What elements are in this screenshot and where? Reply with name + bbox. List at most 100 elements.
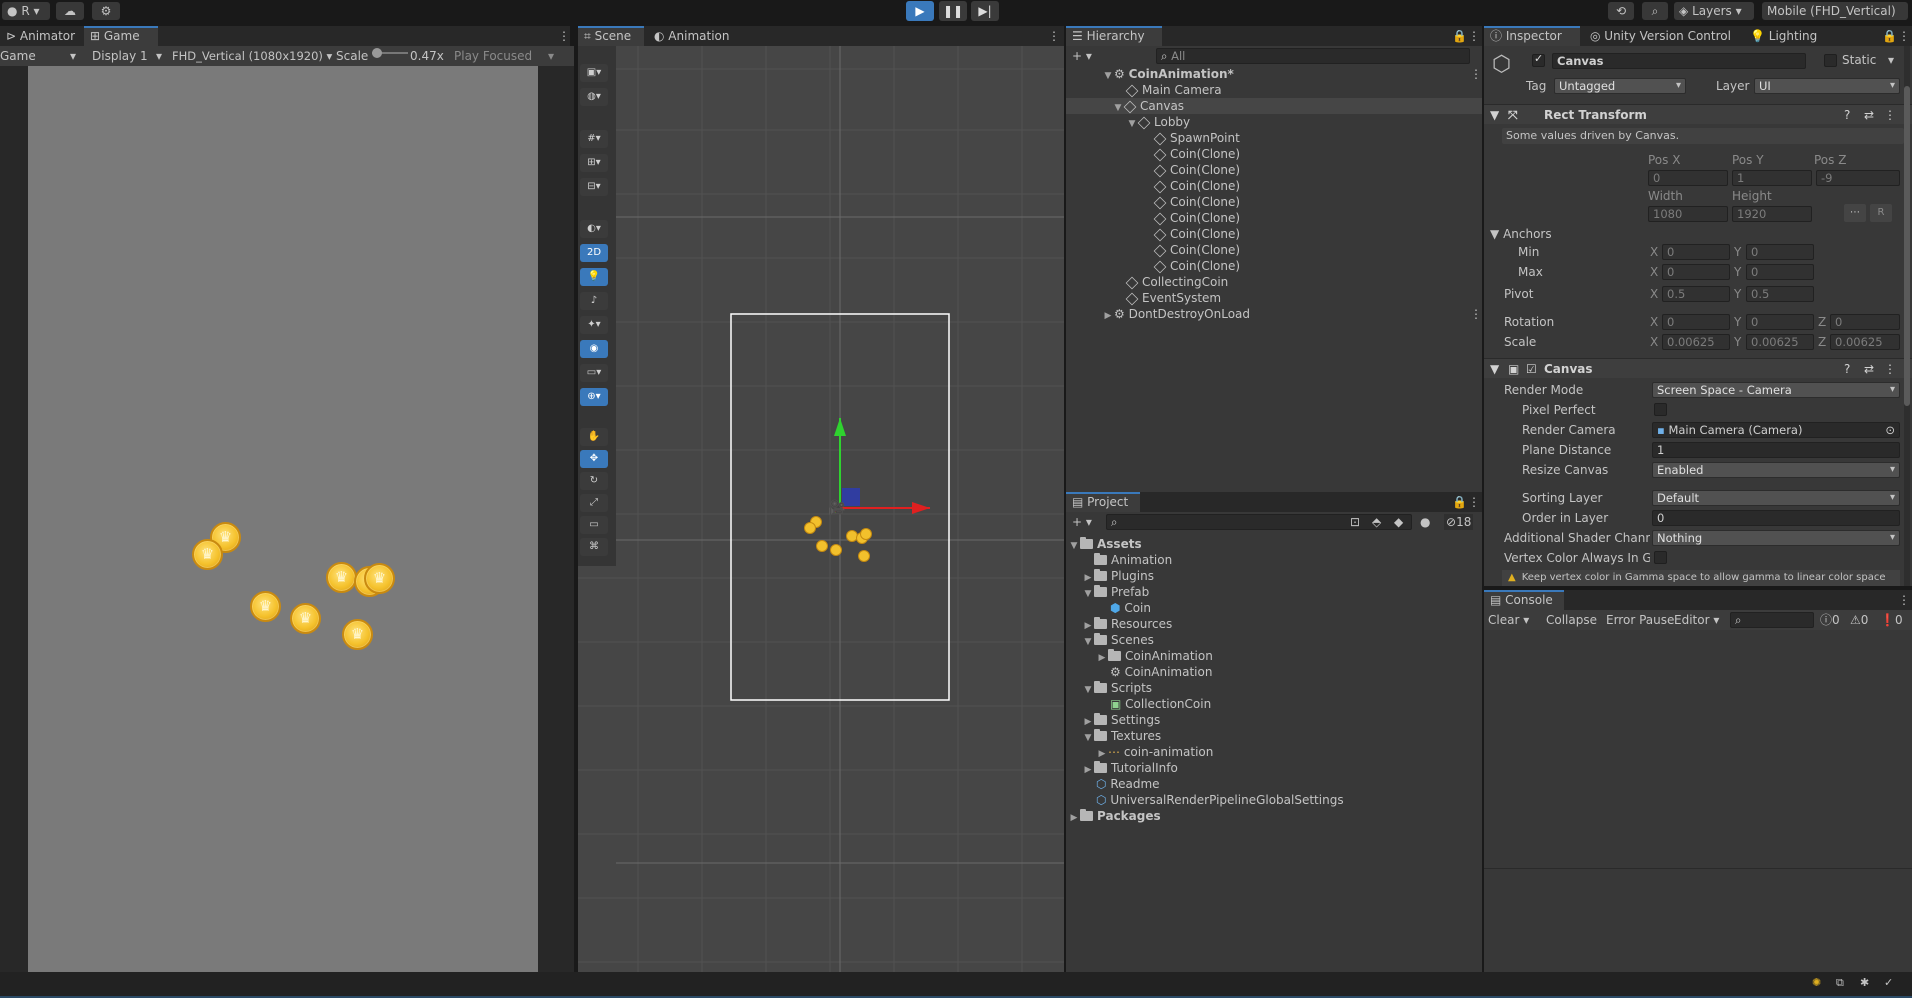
sorting-layer-dropdown[interactable]: Default	[1652, 490, 1900, 506]
project-item-assets[interactable]: ▼ Assets	[1068, 536, 1142, 552]
hierarchy-item-coin-clone[interactable]: Coin(Clone)	[1153, 194, 1240, 210]
hierarchy-item-coin-clone[interactable]: Coin(Clone)	[1153, 146, 1240, 162]
resize-canvas-dropdown[interactable]: Enabled	[1652, 462, 1900, 478]
rect-tool-icon[interactable]: ▭	[580, 516, 608, 534]
hierarchy-item-lobby[interactable]: ▼ Lobby	[1126, 114, 1191, 132]
clear-button[interactable]: Clear ▾	[1488, 612, 1529, 628]
globe-icon[interactable]: ◍▾	[580, 88, 608, 106]
kebab-icon[interactable]: ⋮	[1470, 66, 1482, 82]
shader-channels-dropdown[interactable]: Nothing	[1652, 530, 1900, 546]
scale-z-field[interactable]: 0.00625	[1830, 334, 1900, 350]
hierarchy-item-dontdestroyonload[interactable]: ▶ ⚙ DontDestroyOnLoad ⋮	[1102, 306, 1482, 322]
project-item-resources[interactable]: ▶ Resources	[1082, 616, 1172, 632]
hierarchy-item-canvas[interactable]: ▼ Canvas	[1066, 98, 1482, 114]
active-checkbox[interactable]: ✓	[1532, 52, 1545, 67]
anchor-min-y-field[interactable]: 0	[1746, 244, 1814, 260]
project-item-coinanimation-folder[interactable]: ▶ CoinAnimation	[1096, 648, 1213, 664]
project-item-plugins[interactable]: ▶ Plugins	[1082, 568, 1154, 584]
hierarchy-item-coin-clone[interactable]: Coin(Clone)	[1153, 258, 1240, 274]
help-icon[interactable]: ?	[1844, 359, 1850, 379]
expand-arrow-icon[interactable]: ▶	[1068, 810, 1080, 826]
project-item-scripts[interactable]: ▼ Scripts	[1082, 680, 1152, 696]
kebab-icon[interactable]: ⋮	[1462, 26, 1480, 46]
cloud-icon[interactable]: ☁	[56, 2, 84, 20]
project-item-packages[interactable]: ▶ Packages	[1068, 808, 1161, 824]
pause-button[interactable]: ❚❚	[939, 1, 967, 21]
expand-arrow-icon[interactable]: ▼	[1082, 730, 1094, 746]
pos-y-field[interactable]: 1	[1732, 170, 1812, 186]
collapse-arrow-icon[interactable]: ▼	[1490, 105, 1499, 125]
expand-arrow-icon[interactable]: ▼	[1082, 586, 1094, 602]
lighting-status-icon[interactable]: ✺	[1812, 976, 1821, 989]
layout-dropdown[interactable]: Mobile (FHD_Vertical) ▾	[1762, 2, 1908, 36]
shading-icon[interactable]: ◐▾	[580, 220, 608, 238]
collapse-arrow-icon[interactable]: ▼	[1490, 359, 1499, 379]
console-log-area[interactable]	[1484, 630, 1912, 972]
tab-lighting[interactable]: 💡 Lighting	[1744, 26, 1834, 46]
project-item-coin[interactable]: ⬢ Coin	[1110, 600, 1151, 616]
render-camera-field[interactable]: ▪ Main Camera (Camera) ⊙	[1652, 422, 1900, 438]
kebab-icon[interactable]: ⋮	[1462, 492, 1480, 512]
vertex-color-checkbox[interactable]	[1654, 551, 1667, 564]
object-name-input[interactable]: Canvas	[1552, 53, 1806, 69]
collab-icon[interactable]: ⚙	[92, 2, 120, 20]
tag-dropdown[interactable]: Untagged	[1554, 78, 1686, 94]
error-pause-button[interactable]: Error Pause	[1606, 612, 1674, 628]
add-button[interactable]: + ▾	[1072, 514, 1092, 530]
project-item-tutorialinfo[interactable]: ▶ TutorialInfo	[1082, 760, 1178, 776]
hierarchy-item-coinanimation[interactable]: ▼ ⚙ CoinAnimation* ⋮	[1102, 66, 1482, 82]
camera-gizmo-icon[interactable]: 🎥	[828, 500, 845, 516]
layer-dropdown[interactable]: UI	[1754, 78, 1900, 94]
search-by-type-icon[interactable]: ⊡	[1350, 514, 1360, 530]
step-button[interactable]: ▶|	[971, 1, 999, 21]
effects-icon[interactable]: ✦▾	[580, 316, 608, 334]
expand-arrow-icon[interactable]: ▼	[1126, 116, 1138, 132]
anchor-max-x-field[interactable]: 0	[1662, 264, 1730, 280]
lock-icon[interactable]: 🔒	[1876, 26, 1897, 46]
expand-arrow-icon[interactable]: ▼	[1102, 68, 1114, 84]
render-mode-dropdown[interactable]: Screen Space - Camera	[1652, 382, 1900, 398]
expand-arrow-icon[interactable]: ▼	[1112, 100, 1124, 116]
display-dropdown[interactable]: Display 1 ▾	[92, 48, 166, 64]
rotation-y-field[interactable]: 0	[1746, 314, 1814, 330]
check-icon[interactable]: ✓	[1884, 976, 1893, 989]
project-item-scenes[interactable]: ▼ Scenes	[1082, 632, 1154, 648]
resolution-dropdown[interactable]: FHD_Vertical (1080x1920) ▾	[172, 48, 332, 64]
game-viewport[interactable]	[28, 66, 538, 972]
expand-arrow-icon[interactable]: ▼	[1082, 682, 1094, 698]
transform-tool-icon[interactable]: ⌘	[580, 538, 608, 556]
pixel-perfect-checkbox[interactable]	[1654, 403, 1667, 416]
grid-icon[interactable]: ⊟▾	[580, 178, 608, 196]
search-icon[interactable]: ⌕	[1642, 2, 1668, 20]
audio-icon[interactable]: ♪	[580, 292, 608, 310]
rotate-tool-icon[interactable]: ↻	[580, 472, 608, 490]
hierarchy-item-main-camera[interactable]: Main Camera	[1125, 82, 1222, 98]
project-item-urp-settings[interactable]: ⬡ UniversalRenderPipelineGlobalSettings	[1096, 792, 1344, 808]
rotation-x-field[interactable]: 0	[1662, 314, 1730, 330]
component-enabled-checkbox[interactable]: ☑	[1526, 359, 1537, 379]
plane-distance-field[interactable]: 1	[1652, 442, 1900, 458]
project-item-readme[interactable]: ⬡ Readme	[1096, 776, 1160, 792]
inspector-scrollbar[interactable]	[1904, 46, 1910, 586]
hierarchy-item-eventsystem[interactable]: EventSystem	[1125, 290, 1221, 306]
hand-tool-icon[interactable]: ✋	[580, 428, 608, 446]
kebab-icon[interactable]: ⋮	[1884, 359, 1896, 379]
kebab-icon[interactable]: ⋮	[1042, 26, 1060, 46]
project-item-textures[interactable]: ▼ Textures	[1082, 728, 1161, 744]
help-icon[interactable]: ?	[1844, 105, 1850, 125]
add-button[interactable]: + ▾	[1072, 48, 1092, 64]
anchors-foldout[interactable]: ▼ Anchors	[1490, 226, 1552, 242]
collapse-button[interactable]: Collapse	[1546, 612, 1597, 628]
hierarchy-item-coin-clone[interactable]: Coin(Clone)	[1153, 178, 1240, 194]
anchor-max-y-field[interactable]: 0	[1746, 264, 1814, 280]
hierarchy-item-spawnpoint[interactable]: SpawnPoint	[1153, 130, 1240, 146]
hierarchy-item-collectingcoin[interactable]: CollectingCoin	[1125, 274, 1228, 290]
canvas-component-header[interactable]: ▼ ▣ ☑ Canvas ? ⇄ ⋮	[1484, 358, 1912, 378]
kebab-icon[interactable]: ⋮	[1470, 306, 1482, 322]
kebab-icon[interactable]: ⋮	[1892, 26, 1910, 46]
search-by-label-icon[interactable]: ⬘	[1372, 514, 1381, 530]
scale-y-field[interactable]: 0.00625	[1746, 334, 1814, 350]
favorites-icon[interactable]: ◆	[1394, 514, 1403, 530]
height-field[interactable]: 1920	[1732, 206, 1812, 222]
project-search-input[interactable]: ⌕	[1106, 514, 1412, 530]
